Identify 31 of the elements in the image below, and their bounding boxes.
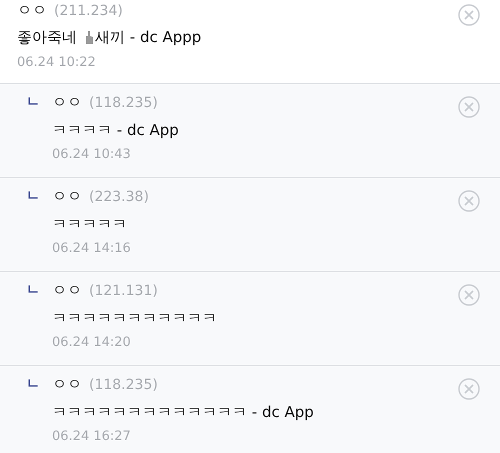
comment-text: 새끼 - dc Appp xyxy=(95,26,202,48)
reply-mark: ㄴ xyxy=(26,375,40,394)
reply-text: ㅋㅋㅋㅋ - dc App xyxy=(52,120,179,141)
ip-address: (223.38) xyxy=(89,188,149,207)
reply-text: ㅋㅋㅋㅋㅋㅋㅋㅋㅋㅋㅋㅋㅋ - dc App xyxy=(52,402,314,423)
ip-address: (121.131) xyxy=(89,282,158,301)
author-name: ㅇㅇ xyxy=(52,92,82,112)
reply-date: 06.24 14:20 xyxy=(52,334,132,352)
author-name: ㅇㅇ xyxy=(52,374,82,394)
author-name: ㅇㅇ xyxy=(52,280,82,300)
reply-mark: ㄴ xyxy=(26,281,40,300)
author-name: ㅇㅇ xyxy=(17,0,47,21)
reply-mark: ㄴ xyxy=(26,187,40,206)
reply-mark: ㄴ xyxy=(26,93,40,112)
comment-date: 06.24 10:22 xyxy=(17,54,97,72)
ip-address: (118.235) xyxy=(89,376,158,395)
delete-icon[interactable] xyxy=(458,96,480,118)
author-name: ㅇㅇ xyxy=(52,186,82,206)
delete-icon[interactable] xyxy=(458,4,480,26)
reply-date: 06.24 16:27 xyxy=(52,428,132,446)
reply-date: 06.24 14:16 xyxy=(52,240,132,258)
reply-text: ㅋㅋㅋㅋㅋㅋㅋㅋㅋㅋㅋ xyxy=(52,308,217,329)
delete-icon[interactable] xyxy=(458,284,480,306)
delete-icon[interactable] xyxy=(458,190,480,212)
ip-address: (211.234) xyxy=(54,2,123,21)
reply-text: ㅋㅋㅋㅋㅋ xyxy=(52,214,128,235)
ip-address: (118.235) xyxy=(89,94,158,113)
reply-date: 06.24 10:43 xyxy=(52,146,132,164)
delete-icon[interactable] xyxy=(458,378,480,400)
hand-icon xyxy=(83,29,95,45)
comment-text: 좋아죽네 xyxy=(17,26,77,48)
